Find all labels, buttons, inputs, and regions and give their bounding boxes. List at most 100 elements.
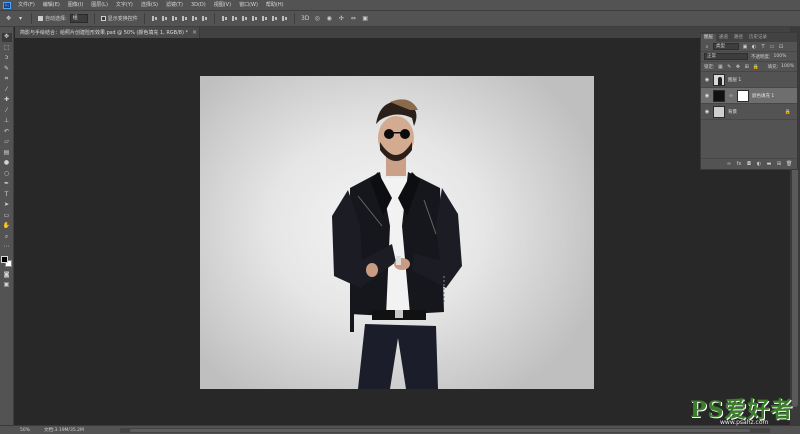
- tab-history[interactable]: 历史记录: [746, 34, 770, 42]
- distribute-left-icon[interactable]: [251, 15, 258, 22]
- clone-stamp-tool-icon[interactable]: ⊥: [2, 117, 12, 126]
- show-transform-checkbox[interactable]: 显示变换控件: [100, 15, 138, 22]
- blur-tool-icon[interactable]: ●: [2, 159, 12, 168]
- menu-select[interactable]: 选择(S): [137, 0, 162, 10]
- 3d-scale-icon[interactable]: ▣: [361, 14, 370, 23]
- marquee-tool-icon[interactable]: ⬚: [2, 44, 12, 53]
- trash-icon[interactable]: 🗑: [786, 161, 792, 167]
- fill-value[interactable]: 100%: [781, 64, 794, 69]
- menu-help[interactable]: 帮助(H): [262, 0, 288, 10]
- distribute-vcenter-icon[interactable]: [231, 15, 238, 22]
- dodge-tool-icon[interactable]: ○: [2, 170, 12, 179]
- eyedropper-tool-icon[interactable]: ⁄: [2, 86, 12, 95]
- quick-select-tool-icon[interactable]: ✎: [2, 65, 12, 74]
- align-top-icon[interactable]: [151, 15, 158, 22]
- document-canvas[interactable]: [200, 76, 594, 389]
- document-tab[interactable]: 简影与手绘结合：给照片创建险形效果.psd @ 50% (颜色填充 1, RGB…: [15, 27, 200, 38]
- zoom-level[interactable]: 50%: [20, 428, 30, 433]
- 3d-pan-icon[interactable]: ✣: [337, 14, 346, 23]
- hand-tool-icon[interactable]: ✋: [2, 222, 12, 231]
- opacity-value[interactable]: 100%: [774, 54, 787, 59]
- lock-position-icon[interactable]: ✥: [735, 64, 741, 70]
- type-tool-icon[interactable]: T: [2, 191, 12, 200]
- align-vcenter-icon[interactable]: [161, 15, 168, 22]
- lock-all-icon[interactable]: 🔒: [753, 64, 759, 70]
- menu-edit[interactable]: 编辑(E): [39, 0, 64, 10]
- layer-row[interactable]: ◉ 图层 1: [701, 72, 797, 88]
- scrollbar-thumb[interactable]: [130, 429, 750, 432]
- 3d-roll-icon[interactable]: ◉: [325, 14, 334, 23]
- menu-window[interactable]: 窗口(W): [235, 0, 262, 10]
- history-brush-tool-icon[interactable]: ↶: [2, 128, 12, 137]
- kind-filter-dropdown[interactable]: 类型: [713, 43, 739, 50]
- tab-channels[interactable]: 通道: [716, 34, 731, 42]
- document-info[interactable]: 文档:3.19M/35.2M: [44, 427, 84, 433]
- gradient-tool-icon[interactable]: ▤: [2, 149, 12, 158]
- blend-mode-dropdown[interactable]: 正常: [704, 53, 748, 60]
- align-bottom-icon[interactable]: [171, 15, 178, 22]
- eye-icon[interactable]: ◉: [704, 93, 710, 99]
- lock-artboard-icon[interactable]: ⊞: [744, 64, 750, 70]
- menu-type[interactable]: 文字(Y): [112, 0, 137, 10]
- filter-smart-icon[interactable]: ⊡: [778, 44, 784, 50]
- mask-icon[interactable]: ◘: [746, 161, 752, 167]
- auto-align-icon[interactable]: [281, 15, 288, 22]
- layer-mask-thumbnail[interactable]: [737, 89, 749, 102]
- 3d-orbit-icon[interactable]: ◎: [313, 14, 322, 23]
- menu-view[interactable]: 视图(V): [210, 0, 235, 10]
- move-tool-icon[interactable]: ✥: [1, 33, 12, 42]
- eye-icon[interactable]: ◉: [704, 109, 710, 115]
- horizontal-scrollbar[interactable]: [120, 428, 770, 433]
- menu-layer[interactable]: 图层(L): [87, 0, 112, 10]
- zoom-tool-icon[interactable]: ⌕: [2, 233, 12, 242]
- tab-layers[interactable]: 图层: [701, 34, 716, 42]
- distribute-hcenter-icon[interactable]: [261, 15, 268, 22]
- canvas-area[interactable]: [15, 38, 790, 425]
- align-left-icon[interactable]: [181, 15, 188, 22]
- align-right-icon[interactable]: [201, 15, 208, 22]
- brush-tool-icon[interactable]: ⁄: [2, 107, 12, 116]
- filter-pixel-icon[interactable]: ▣: [742, 44, 748, 50]
- tab-paths[interactable]: 路径: [731, 34, 746, 42]
- auto-select-checkbox[interactable]: 自动选择:: [38, 15, 67, 22]
- screen-mode-icon[interactable]: ▣: [2, 281, 12, 290]
- link-icon[interactable]: ∞: [726, 161, 732, 167]
- adjustment-icon[interactable]: ◐: [756, 161, 762, 167]
- color-swatches[interactable]: [1, 255, 12, 267]
- layer-row[interactable]: ◉ 背景 🔒: [701, 104, 797, 120]
- new-layer-icon[interactable]: ⊞: [776, 161, 782, 167]
- filter-type-icon[interactable]: T: [760, 44, 766, 50]
- distribute-right-icon[interactable]: [271, 15, 278, 22]
- rectangle-tool-icon[interactable]: ▭: [2, 212, 12, 221]
- menu-image[interactable]: 图像(I): [64, 0, 87, 10]
- 3d-slide-icon[interactable]: ⇔: [349, 14, 358, 23]
- menu-3d[interactable]: 3D(D): [187, 0, 210, 10]
- eye-icon[interactable]: ◉: [704, 77, 710, 83]
- lasso-tool-icon[interactable]: ↄ: [2, 54, 12, 63]
- quick-mask-icon[interactable]: ◙: [2, 271, 12, 280]
- pen-tool-icon[interactable]: ✒: [2, 180, 12, 189]
- menu-filter[interactable]: 滤镜(T): [162, 0, 187, 10]
- more-tools-icon[interactable]: ⋯: [2, 243, 12, 252]
- healing-brush-tool-icon[interactable]: ✚: [2, 96, 12, 105]
- fx-icon[interactable]: fx: [736, 161, 742, 167]
- link-icon[interactable]: ∞: [728, 93, 734, 99]
- filter-adjustment-icon[interactable]: ◐: [751, 44, 757, 50]
- chevron-down-icon[interactable]: ▾: [16, 14, 25, 23]
- filter-shape-icon[interactable]: ▭: [769, 44, 775, 50]
- move-tool-preset-icon[interactable]: ✥: [4, 14, 13, 23]
- foreground-color-swatch[interactable]: [1, 255, 8, 263]
- close-icon[interactable]: ×: [192, 29, 197, 36]
- group-icon[interactable]: ▬: [766, 161, 772, 167]
- path-select-tool-icon[interactable]: ➤: [2, 201, 12, 210]
- align-hcenter-icon[interactable]: [191, 15, 198, 22]
- layer-row-selected[interactable]: ◉ ∞ 颜色填充 1: [701, 88, 797, 104]
- distribute-bottom-icon[interactable]: [241, 15, 248, 22]
- auto-select-dropdown[interactable]: 组: [69, 14, 88, 23]
- menu-file[interactable]: 文件(F): [14, 0, 39, 10]
- lock-pixels-icon[interactable]: ▦: [718, 64, 724, 70]
- crop-tool-icon[interactable]: ⌗: [2, 75, 12, 84]
- lock-paint-icon[interactable]: ✎: [726, 64, 732, 70]
- distribute-top-icon[interactable]: [221, 15, 228, 22]
- eraser-tool-icon[interactable]: ▱: [2, 138, 12, 147]
